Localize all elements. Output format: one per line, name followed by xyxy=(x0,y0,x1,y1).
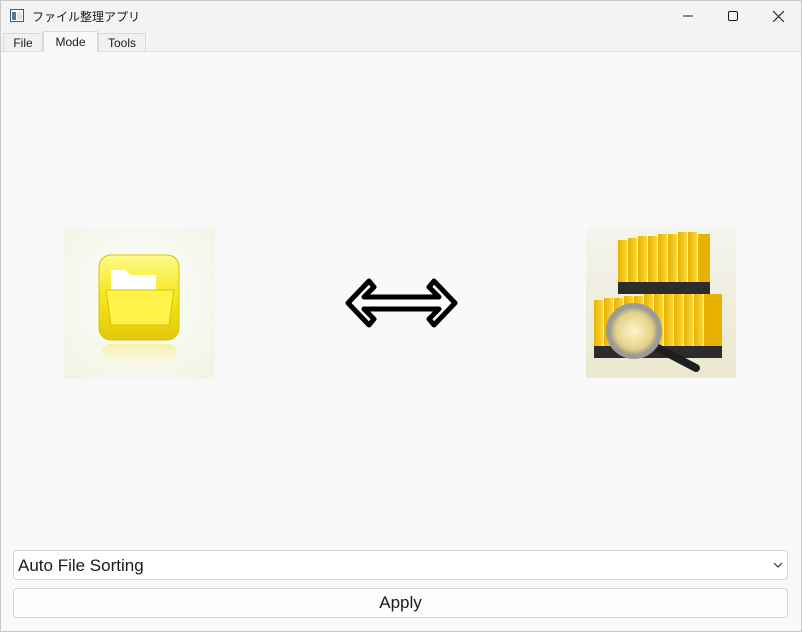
tab-tools-label: Tools xyxy=(107,35,136,50)
minimize-button[interactable] xyxy=(665,1,711,31)
app-window: ファイル整理アプリ File Mode Tools Auto File Sort… xyxy=(0,0,802,632)
mode-panel: Auto File Sorting Apply xyxy=(1,52,801,631)
tab-mode[interactable]: Mode xyxy=(43,31,98,52)
folder-icon xyxy=(64,228,215,379)
close-icon xyxy=(772,10,784,22)
close-button[interactable] xyxy=(755,1,801,31)
mode-select-value: Auto File Sorting xyxy=(18,556,144,575)
chevron-down-icon xyxy=(773,562,783,568)
mode-tab-bar: File Mode Tools xyxy=(1,31,801,52)
tab-file[interactable]: File xyxy=(3,33,43,51)
window-title: ファイル整理アプリ xyxy=(32,10,141,24)
title-bar[interactable]: ファイル整理アプリ xyxy=(1,1,801,31)
tab-mode-label: Mode xyxy=(55,35,86,49)
app-icon xyxy=(10,9,24,22)
mode-select[interactable]: Auto File Sorting xyxy=(13,550,788,580)
tab-file-label: File xyxy=(13,35,33,50)
minimize-icon xyxy=(683,15,693,17)
apply-button[interactable]: Apply xyxy=(13,588,788,618)
maximize-icon xyxy=(728,11,738,21)
double-arrow-icon xyxy=(345,278,458,328)
archive-binders-icon xyxy=(586,228,736,378)
maximize-button[interactable] xyxy=(710,1,756,31)
tab-tools[interactable]: Tools xyxy=(98,33,146,51)
